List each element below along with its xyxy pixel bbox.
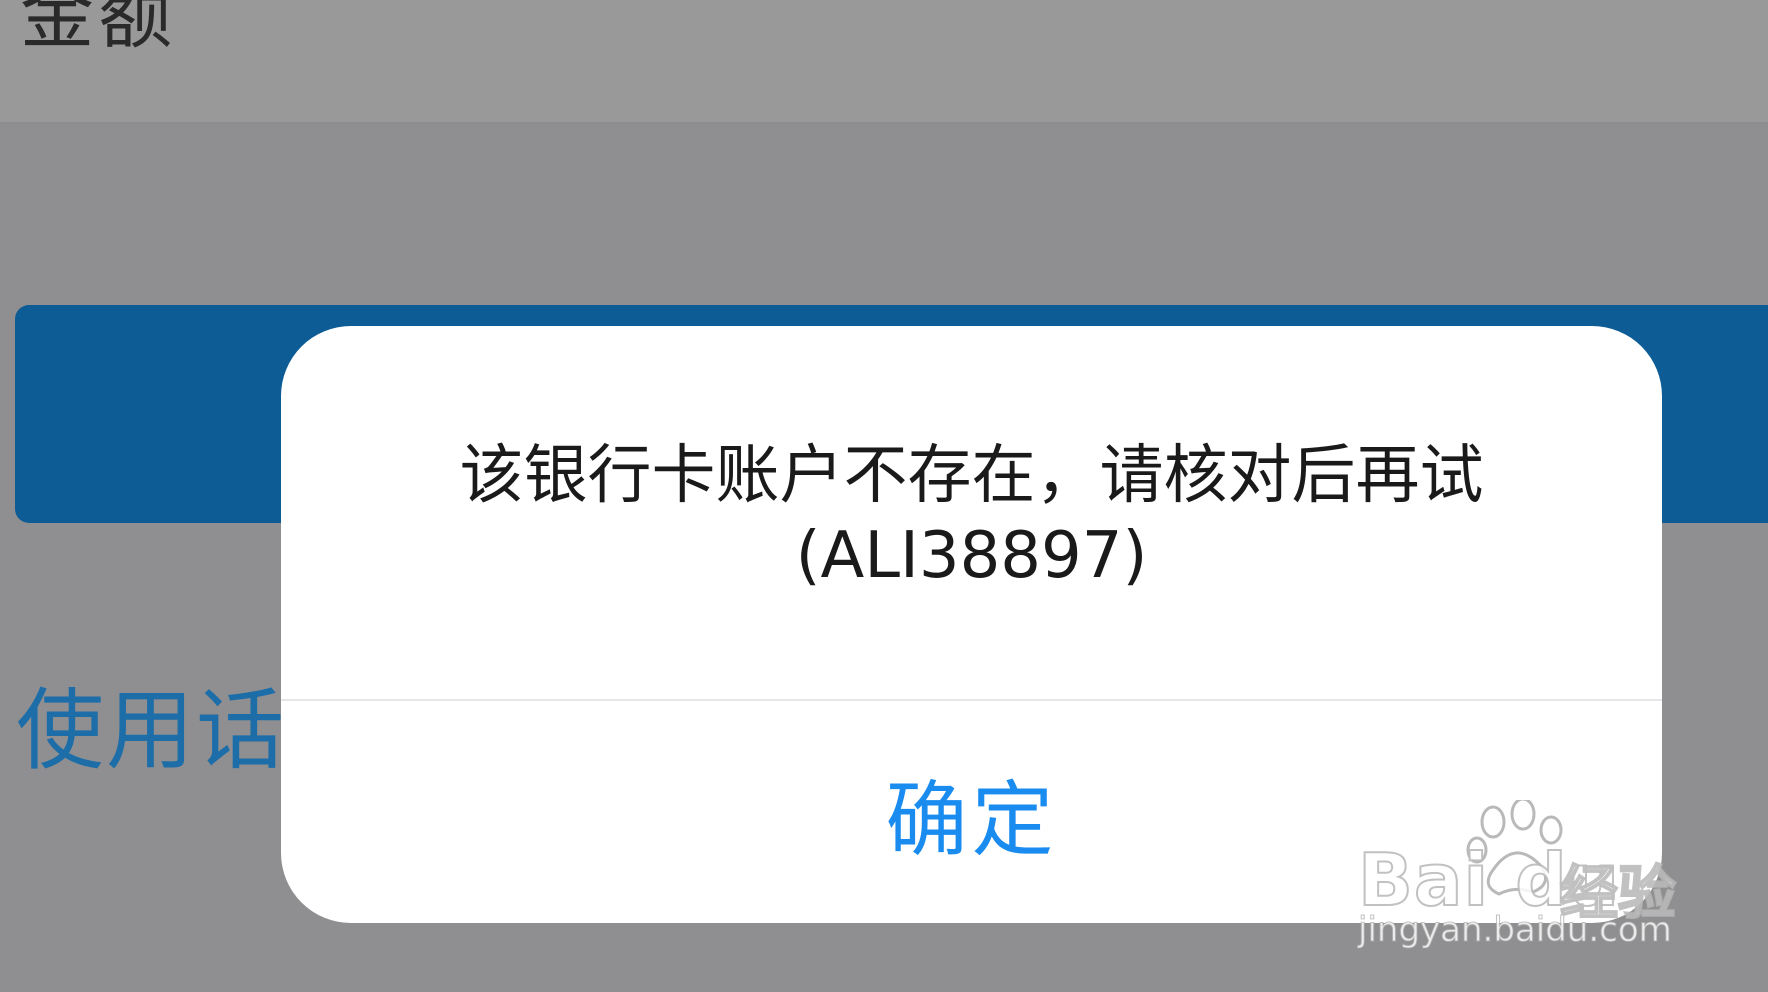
app-screen: 金额 使用话 该银行卡账户不存在，请核对后再试 (ALI38897) 确定 Ba… [0, 0, 1768, 992]
alert-error-code: (ALI38897) [795, 519, 1148, 593]
amount-label: 金额 [20, 0, 176, 59]
baidu-jingyan-watermark: Bai du 经验 jingyan.baidu.com [1357, 800, 1688, 960]
alert-message-text: 该银行卡账户不存在，请核对后再试 [459, 439, 1484, 513]
alert-message: 该银行卡账户不存在，请核对后再试 (ALI38897) [281, 436, 1662, 596]
alternate-method-link: 使用话 [16, 679, 287, 782]
amount-row: 金额 [0, 0, 1768, 124]
watermark-url: jingyan.baidu.com [1358, 910, 1673, 951]
